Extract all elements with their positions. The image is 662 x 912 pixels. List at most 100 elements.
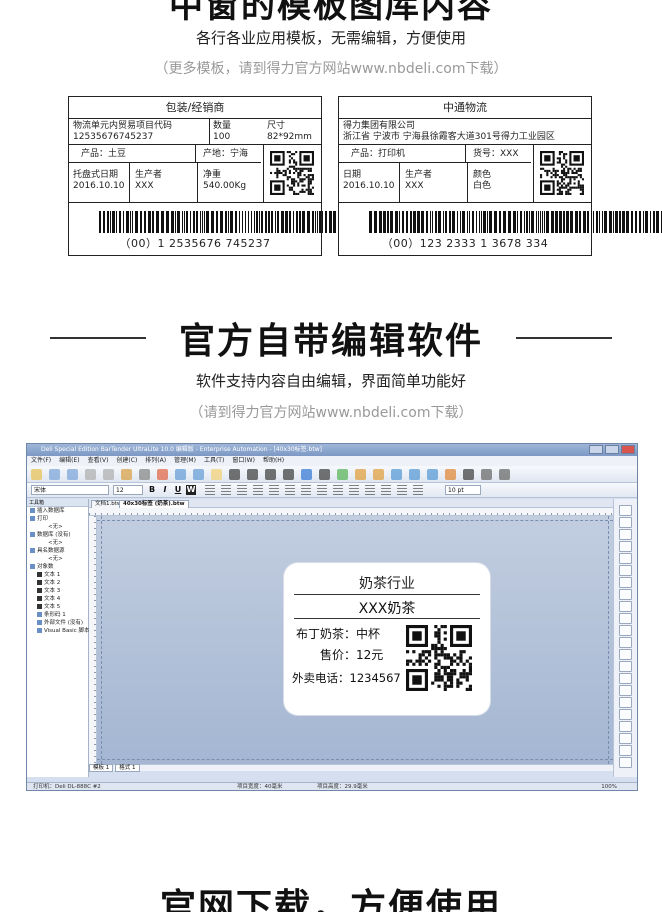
toolbar-button-icon[interactable] (391, 469, 402, 480)
object-tool-button-icon[interactable] (619, 529, 632, 540)
menu-item[interactable]: 帮助(H) (263, 456, 284, 466)
maximize-button[interactable] (605, 445, 619, 454)
toolbar-button-icon[interactable] (283, 469, 294, 480)
horizontal-scrollbar[interactable] (89, 764, 613, 771)
tree-item[interactable]: 文本 4 (27, 595, 88, 603)
object-tool-button-icon[interactable] (619, 553, 632, 564)
object-tool-button-icon[interactable] (619, 649, 632, 660)
object-tool-button-icon[interactable] (619, 517, 632, 528)
object-tool-button-icon[interactable] (619, 745, 632, 756)
toolbar-button-icon[interactable] (31, 469, 42, 480)
align-button-icon[interactable] (365, 485, 375, 495)
object-tool-button-icon[interactable] (619, 685, 632, 696)
bold-button[interactable]: B (147, 485, 157, 495)
tree-item[interactable]: 文本 2 (27, 579, 88, 587)
menu-item[interactable]: 查看(V) (88, 456, 109, 466)
toolbar-button-icon[interactable] (121, 469, 132, 480)
font-size-select[interactable]: 12 (113, 485, 143, 495)
toolbar-button-icon[interactable] (445, 469, 456, 480)
align-button-icon[interactable] (301, 485, 311, 495)
tree-item[interactable]: 对象数 (27, 563, 88, 571)
align-button-icon[interactable] (205, 485, 215, 495)
align-button-icon[interactable] (381, 485, 391, 495)
object-tool-button-icon[interactable] (619, 661, 632, 672)
object-tool-button-icon[interactable] (619, 613, 632, 624)
object-tool-button-icon[interactable] (619, 625, 632, 636)
toolbar-button-icon[interactable] (373, 469, 384, 480)
toolbar-button-icon[interactable] (49, 469, 60, 480)
object-tool-button-icon[interactable] (619, 733, 632, 744)
tree-item[interactable]: 数据库 (没有) (27, 531, 88, 539)
menu-item[interactable]: 文件(F) (31, 456, 51, 466)
tree-item[interactable]: <无> (27, 555, 88, 563)
card-shop-name[interactable]: XXX奶茶 (284, 598, 490, 618)
menu-item[interactable]: 编辑(E) (59, 456, 79, 466)
toolbar-button-icon[interactable] (211, 469, 222, 480)
toolbar-button-icon[interactable] (85, 469, 96, 480)
align-button-icon[interactable] (413, 485, 423, 495)
align-button-icon[interactable] (221, 485, 231, 495)
toolbar-button-icon[interactable] (337, 469, 348, 480)
toolbar-button-icon[interactable] (265, 469, 276, 480)
qr-code-icon[interactable] (406, 625, 472, 691)
align-button-icon[interactable] (333, 485, 343, 495)
align-button-icon[interactable] (237, 485, 247, 495)
line-size-select[interactable]: 10 pt (445, 485, 481, 495)
tree-item[interactable]: 文本 5 (27, 603, 88, 611)
object-tool-button-icon[interactable] (619, 637, 632, 648)
align-button-icon[interactable] (253, 485, 263, 495)
menu-item[interactable]: 工具(T) (204, 456, 224, 466)
object-tool-button-icon[interactable] (619, 577, 632, 588)
toolbar-button-icon[interactable] (427, 469, 438, 480)
wordwrap-button[interactable]: W (186, 485, 196, 495)
font-name-select[interactable]: 宋体 (31, 485, 109, 495)
tree-item[interactable]: 文本 1 (27, 571, 88, 579)
menu-item[interactable]: 管理(M) (174, 456, 196, 466)
toolbar-button-icon[interactable] (319, 469, 330, 480)
menu-item[interactable]: 创建(C) (116, 456, 137, 466)
object-tool-button-icon[interactable] (619, 565, 632, 576)
object-tool-button-icon[interactable] (619, 505, 632, 516)
tree-item[interactable]: 文本 3 (27, 587, 88, 595)
menu-item[interactable]: 排列(A) (145, 456, 166, 466)
align-button-icon[interactable] (397, 485, 407, 495)
align-button-icon[interactable] (269, 485, 279, 495)
italic-button[interactable]: I (160, 485, 170, 495)
card-price[interactable]: 售价：12元 (320, 646, 383, 663)
align-button-icon[interactable] (285, 485, 295, 495)
toolbar-button-icon[interactable] (175, 469, 186, 480)
toolbar-button-icon[interactable] (355, 469, 366, 480)
tree-item[interactable]: Visual Basic 脚本 (27, 627, 89, 635)
tree-item[interactable]: <无> (27, 539, 88, 547)
toolbox-tab[interactable]: 工具箱 (27, 499, 88, 507)
card-item[interactable]: 布丁奶茶：中杯 (296, 625, 380, 642)
object-tool-button-icon[interactable] (619, 709, 632, 720)
toolbar-button-icon[interactable] (301, 469, 312, 480)
close-button[interactable] (621, 445, 635, 454)
toolbar-button-icon[interactable] (499, 469, 510, 480)
toolbar-button-icon[interactable] (247, 469, 258, 480)
doc-tab-2[interactable]: 40x30标签 (奶茶).btw (119, 500, 189, 508)
tree-item[interactable]: 外部文件 (没有) (27, 619, 88, 627)
tree-item[interactable]: 插入数据库 (27, 507, 88, 515)
toolbar-button-icon[interactable] (157, 469, 168, 480)
align-button-icon[interactable] (317, 485, 327, 495)
tree-item[interactable]: <无> (27, 523, 88, 531)
tree-item[interactable]: 具名数据源 (27, 547, 88, 555)
toolbar-button-icon[interactable] (193, 469, 204, 480)
toolbar-button-icon[interactable] (67, 469, 78, 480)
underline-button[interactable]: U (173, 485, 183, 495)
toolbar-button-icon[interactable] (103, 469, 114, 480)
card-title[interactable]: 奶茶行业 (284, 573, 490, 593)
object-tool-button-icon[interactable] (619, 697, 632, 708)
tree-item[interactable]: 打印 (27, 515, 88, 523)
card-phone[interactable]: 外卖电话：1234567 (292, 670, 401, 686)
object-tool-button-icon[interactable] (619, 601, 632, 612)
toolbar-button-icon[interactable] (463, 469, 474, 480)
label-template-card[interactable]: 奶茶行业 XXX奶茶 布丁奶茶：中杯 售价：12元 外卖电话：1234567 (284, 563, 490, 715)
toolbar-button-icon[interactable] (229, 469, 240, 480)
toolbar-button-icon[interactable] (409, 469, 420, 480)
minimize-button[interactable] (589, 445, 603, 454)
object-tool-button-icon[interactable] (619, 721, 632, 732)
object-tool-button-icon[interactable] (619, 673, 632, 684)
